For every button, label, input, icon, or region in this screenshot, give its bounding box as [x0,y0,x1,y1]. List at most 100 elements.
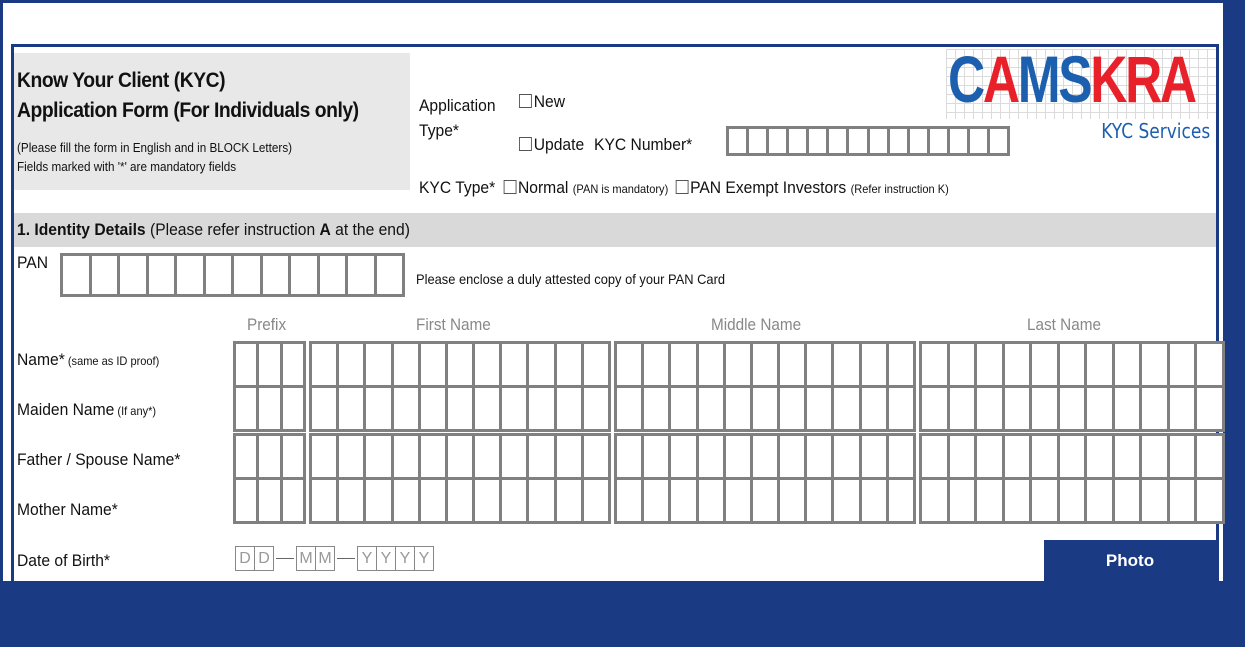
checkbox-normal[interactable] [503,180,517,194]
pan-box[interactable] [348,256,374,294]
name-first-name-box[interactable] [556,344,581,385]
kyc-number-box[interactable] [729,129,747,153]
kyc-number-box[interactable] [869,129,887,153]
name-middle-name-box[interactable] [698,344,723,385]
maiden-name-last-name-box[interactable] [1142,388,1167,429]
name-middle-name-box[interactable] [752,344,778,385]
name-prefix-box[interactable] [236,344,257,385]
father-spouse-name-middle-name-box[interactable] [725,436,750,477]
father-spouse-name-prefix-box[interactable] [259,436,280,477]
checkbox-new[interactable] [519,94,532,108]
maiden-name-prefix-box[interactable] [259,388,280,429]
mother-name-first-name-box[interactable] [339,480,364,521]
last-name-grid[interactable] [919,433,1225,524]
mother-name-middle-name-box[interactable] [752,480,778,521]
maiden-name-first-name-box[interactable] [366,388,391,429]
mother-name-prefix-box[interactable] [282,480,303,521]
father-spouse-name-first-name-box[interactable] [583,436,608,477]
pan-box[interactable] [91,256,117,294]
father-spouse-name-first-name-box[interactable] [420,436,445,477]
name-first-name-box[interactable] [447,344,473,385]
name-first-name-box[interactable] [312,344,337,385]
kyc-number-box[interactable] [849,129,867,153]
pan-box[interactable] [291,256,317,294]
maiden-name-last-name-box[interactable] [1059,388,1085,429]
mother-name-first-name-box[interactable] [556,480,581,521]
maiden-name-first-name-box[interactable] [529,388,554,429]
mother-name-first-name-box[interactable] [312,480,337,521]
name-first-name-box[interactable] [339,344,364,385]
maiden-name-middle-name-box[interactable] [807,388,832,429]
kyc-number-box[interactable] [809,129,827,153]
mother-name-first-name-box[interactable] [475,480,500,521]
first-name-grid[interactable] [309,341,611,432]
mother-name-last-name-box[interactable] [1169,480,1195,521]
name-middle-name-box[interactable] [888,344,913,385]
father-spouse-name-last-name-box[interactable] [1114,436,1140,477]
maiden-name-last-name-box[interactable] [1197,388,1222,429]
dob-month-box[interactable]: M [316,547,334,570]
maiden-name-middle-name-box[interactable] [888,388,913,429]
maiden-name-middle-name-box[interactable] [698,388,723,429]
dob-day-box[interactable]: D [236,547,255,570]
mother-name-last-name-box[interactable] [1004,480,1030,521]
name-prefix-box[interactable] [259,344,280,385]
dob-year-box[interactable]: Y [396,547,415,570]
maiden-name-first-name-box[interactable] [312,388,337,429]
kyc-number-box[interactable] [769,129,787,153]
maiden-name-middle-name-box[interactable] [617,388,642,429]
father-spouse-name-prefix-box[interactable] [236,436,257,477]
name-middle-name-box[interactable] [861,344,886,385]
name-middle-name-box[interactable] [644,344,669,385]
father-spouse-name-prefix-box[interactable] [282,436,303,477]
name-first-name-box[interactable] [393,344,418,385]
maiden-name-middle-name-box[interactable] [834,388,859,429]
dob-input[interactable]: DDMMYYYY [235,546,434,571]
middle-name-grid[interactable] [614,433,916,524]
kyc-number-box[interactable] [929,129,947,153]
name-last-name-box[interactable] [1032,344,1057,385]
name-first-name-box[interactable] [366,344,391,385]
prefix-grid[interactable] [233,433,306,524]
mother-name-last-name-box[interactable] [1114,480,1140,521]
mother-name-last-name-box[interactable] [1059,480,1085,521]
father-spouse-name-middle-name-box[interactable] [671,436,696,477]
maiden-name-last-name-box[interactable] [1087,388,1112,429]
name-last-name-box[interactable] [949,344,975,385]
maiden-name-first-name-box[interactable] [475,388,500,429]
father-spouse-name-first-name-box[interactable] [475,436,500,477]
father-spouse-name-last-name-box[interactable] [1087,436,1112,477]
father-spouse-name-last-name-box[interactable] [1197,436,1222,477]
maiden-name-middle-name-box[interactable] [725,388,750,429]
mother-name-last-name-box[interactable] [1032,480,1057,521]
checkbox-update[interactable] [519,137,532,151]
father-spouse-name-first-name-box[interactable] [447,436,473,477]
name-middle-name-box[interactable] [617,344,642,385]
maiden-name-last-name-box[interactable] [922,388,947,429]
father-spouse-name-first-name-box[interactable] [393,436,418,477]
father-spouse-name-last-name-box[interactable] [949,436,975,477]
mother-name-last-name-box[interactable] [922,480,947,521]
kyc-number-box[interactable] [909,129,927,153]
name-prefix-box[interactable] [282,344,303,385]
father-spouse-name-middle-name-box[interactable] [780,436,805,477]
pan-box[interactable] [262,256,288,294]
name-first-name-box[interactable] [475,344,500,385]
mother-name-first-name-box[interactable] [529,480,554,521]
mother-name-middle-name-box[interactable] [861,480,886,521]
mother-name-first-name-box[interactable] [447,480,473,521]
maiden-name-first-name-box[interactable] [339,388,364,429]
maiden-name-last-name-box[interactable] [1169,388,1195,429]
middle-name-grid[interactable] [614,341,916,432]
maiden-name-first-name-box[interactable] [502,388,527,429]
mother-name-first-name-box[interactable] [502,480,527,521]
father-spouse-name-middle-name-box[interactable] [861,436,886,477]
father-spouse-name-middle-name-box[interactable] [888,436,913,477]
last-name-grid[interactable] [919,341,1225,432]
name-middle-name-box[interactable] [780,344,805,385]
father-spouse-name-last-name-box[interactable] [1004,436,1030,477]
name-first-name-box[interactable] [583,344,608,385]
maiden-name-first-name-box[interactable] [556,388,581,429]
father-spouse-name-middle-name-box[interactable] [617,436,642,477]
pan-input[interactable] [60,253,405,297]
